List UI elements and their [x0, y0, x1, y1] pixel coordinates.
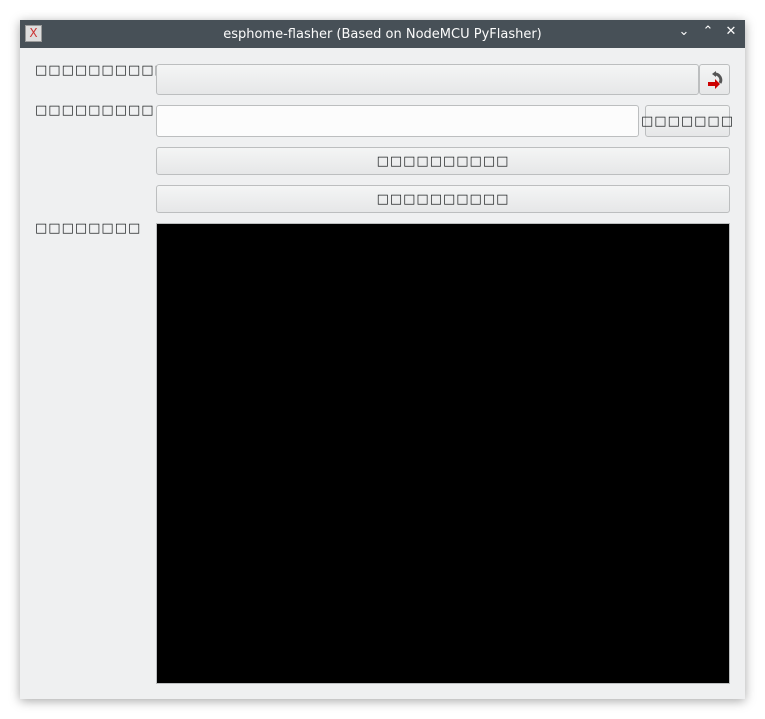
flash-button[interactable]: □□□□□□□□□□ [156, 147, 730, 175]
view-logs-button[interactable]: □□□□□□□□□□ [156, 185, 730, 213]
browse-button[interactable]: □□□□□□□ [641, 105, 733, 137]
console-label: □□□□□□□□ [35, 221, 142, 236]
console-output[interactable] [156, 223, 730, 684]
app-icon: X [25, 25, 42, 42]
refresh-icon [707, 70, 722, 89]
window-title: esphome-flasher (Based on NodeMCU PyFlas… [223, 26, 542, 42]
serial-port-select[interactable] [156, 64, 699, 95]
firmware-path-input[interactable] [156, 105, 639, 137]
reload-ports-button[interactable] [699, 64, 730, 95]
app-window: X esphome-flasher (Based on NodeMCU PyFl… [20, 20, 745, 699]
maximize-icon[interactable]: ⌃ [699, 24, 717, 39]
minimize-icon[interactable]: ⌄ [675, 24, 693, 39]
close-icon[interactable]: ✕ [722, 24, 740, 39]
title-bar: X esphome-flasher (Based on NodeMCU PyFl… [20, 20, 745, 48]
firmware-label: □□□□□□□□□ [35, 103, 155, 118]
